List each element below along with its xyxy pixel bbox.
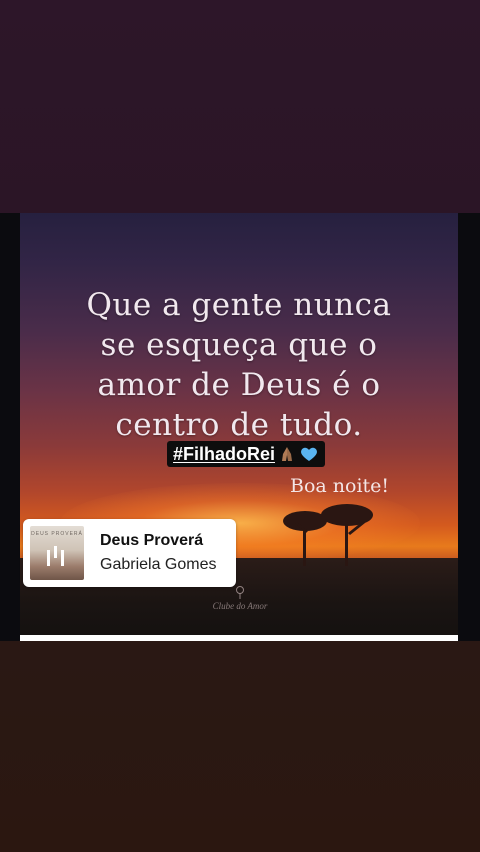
blue-heart-icon xyxy=(301,447,317,461)
quote-line: Que a gente nunca xyxy=(86,287,392,323)
praying-hands-icon xyxy=(282,447,293,461)
watermark-text: Clube do Amor xyxy=(212,601,268,611)
quote-text: Que a gente nunca se esqueça que o amor … xyxy=(20,285,458,445)
hashtag-sticker[interactable]: #FilhadoRei xyxy=(167,441,326,467)
tree-silhouette-icon xyxy=(283,504,373,566)
hashtag-text: #FilhadoRei xyxy=(173,443,276,464)
rose-icon xyxy=(236,586,244,599)
music-sticker[interactable]: DEUS PROVERÁ Deus Proverá Gabriela Gomes xyxy=(23,519,236,587)
story-background-bottom xyxy=(0,641,480,852)
story-progress-bar xyxy=(20,635,458,641)
album-art: DEUS PROVERÁ xyxy=(30,526,84,580)
story-background-top xyxy=(0,0,480,213)
quote-line: centro de tudo. xyxy=(115,407,363,443)
quote-line: amor de Deus é o xyxy=(97,367,381,403)
song-artist: Gabriela Gomes xyxy=(100,556,217,573)
watermark: Clube do Amor xyxy=(200,585,280,611)
quote-line: se esqueça que o xyxy=(100,327,378,363)
greeting-text: Boa noite! xyxy=(290,475,390,497)
song-title: Deus Proverá xyxy=(100,532,204,549)
music-bars-icon xyxy=(47,546,64,566)
album-art-text: DEUS PROVERÁ xyxy=(31,531,83,537)
song-info: Deus Proverá Gabriela Gomes xyxy=(100,532,217,574)
